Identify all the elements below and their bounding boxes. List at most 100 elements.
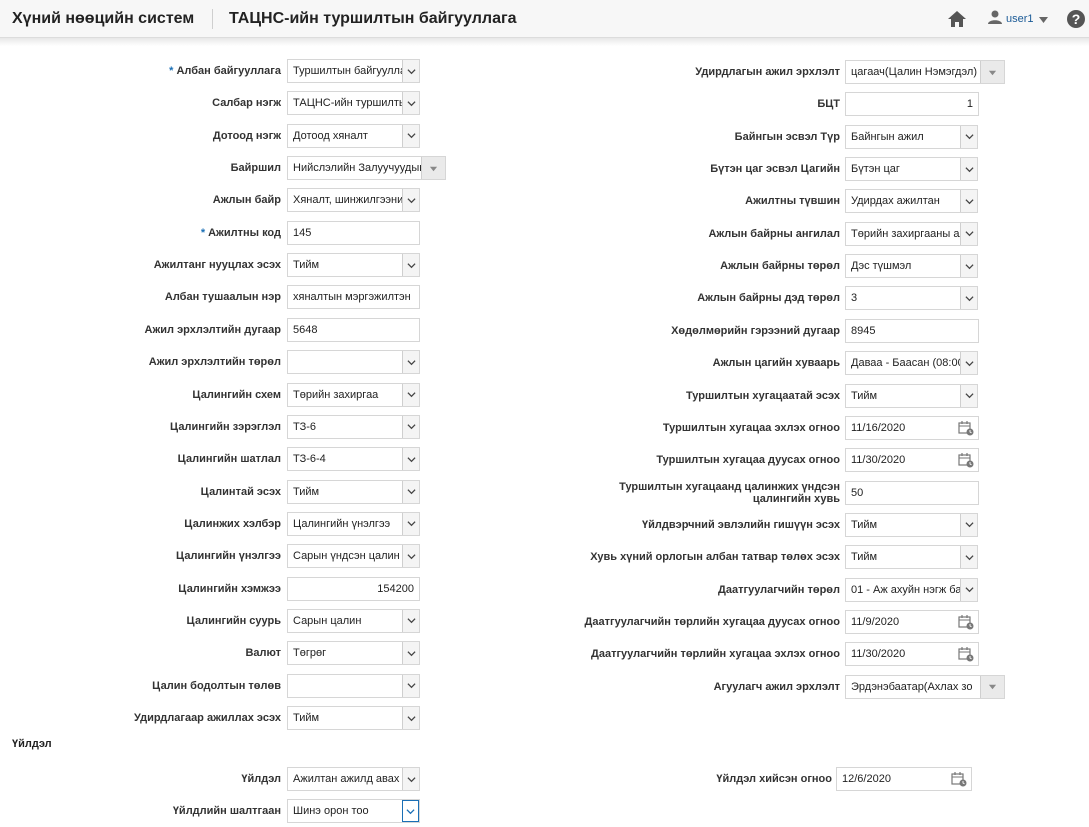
required-indicator: * xyxy=(169,65,174,77)
right-field-12-date-input[interactable]: 11/30/2020 xyxy=(845,448,979,473)
app-header: Хүний нөөцийн систем ТАЦНС-ийн туршилтын… xyxy=(0,0,1089,38)
right-field-18-date-input[interactable]: 11/30/2020 xyxy=(845,642,979,667)
right-field-12-label: Туршилтын хугацаа дуусах огноо xyxy=(656,454,840,467)
right-field-11-date-input[interactable]: 11/16/2020 xyxy=(845,415,979,440)
left-field-12-select[interactable]: ТЗ-6-4 xyxy=(287,447,420,472)
right-field-6-select[interactable]: Дэс түшмэл xyxy=(845,254,978,279)
chevron-down-icon[interactable] xyxy=(402,609,419,632)
left-field-12-label: Цалингийн шатлал xyxy=(177,453,281,466)
left-field-9-select[interactable] xyxy=(287,350,420,375)
chevron-down-icon[interactable] xyxy=(402,60,419,82)
right-field-19-lookup[interactable]: Эрдэнэбаатар(Ахлах зо xyxy=(845,674,1005,699)
chevron-down-icon[interactable] xyxy=(960,287,977,310)
chevron-down-icon[interactable] xyxy=(960,255,977,278)
left-field-11-label: Цалингийн зэрэглэл xyxy=(169,420,281,433)
right-field-9-select[interactable]: Даваа - Баасан (08:00 xyxy=(845,351,978,376)
calendar-icon[interactable] xyxy=(958,614,974,630)
chevron-down-icon[interactable] xyxy=(402,674,419,697)
left-field-5-input[interactable]: 145 xyxy=(287,220,420,245)
home-icon[interactable] xyxy=(947,9,967,29)
action-select[interactable]: Ажилтан ажилд авах xyxy=(287,767,420,791)
dropdown-arrow-icon[interactable] xyxy=(980,61,1004,83)
right-field-15-label: Хувь хүний орлогын албан татвар төлөх эс… xyxy=(590,551,840,564)
left-field-17-select[interactable]: Сарын цалин xyxy=(287,608,420,633)
chevron-down-icon[interactable] xyxy=(402,512,419,535)
chevron-down-icon[interactable] xyxy=(402,707,419,729)
chevron-down-icon[interactable] xyxy=(960,352,977,375)
chevron-down-icon[interactable] xyxy=(402,448,419,471)
chevron-down-icon[interactable] xyxy=(402,800,419,822)
left-field-16-input[interactable]: 154200 xyxy=(287,576,420,601)
right-field-8-label: Хөдөлмөрийн гэрээний дугаар xyxy=(671,324,840,337)
dropdown-arrow-icon[interactable] xyxy=(421,157,445,180)
right-field-7-select[interactable]: 3 xyxy=(845,286,978,311)
left-field-6-select[interactable]: Тийм xyxy=(287,253,420,278)
header-divider xyxy=(212,9,213,29)
left-field-3-lookup[interactable]: Нийслэлийн Залуучуудын xyxy=(287,156,446,181)
right-field-8-input[interactable]: 8945 xyxy=(845,318,979,343)
chevron-down-icon[interactable] xyxy=(402,254,419,277)
chevron-down-icon[interactable] xyxy=(960,546,977,569)
right-field-9-label: Ажлын цагийн хуваарь xyxy=(712,357,840,370)
right-field-0-label: Удирдлагын ажил эрхлэлт xyxy=(695,66,840,78)
chevron-down-icon[interactable] xyxy=(960,578,977,601)
user-icon xyxy=(987,9,1003,30)
chevron-down-icon[interactable] xyxy=(402,768,419,790)
chevron-down-icon[interactable] xyxy=(960,125,977,148)
chevron-down-icon[interactable] xyxy=(402,189,419,212)
right-field-13-input[interactable]: 50 xyxy=(845,480,979,505)
required-indicator: * xyxy=(200,226,206,239)
chevron-down-icon[interactable] xyxy=(402,480,419,503)
left-field-15-select[interactable]: Сарын үндсэн цалин ( xyxy=(287,544,420,569)
left-field-0-select[interactable]: Туршилтын байгууллага xyxy=(287,59,420,83)
right-field-0-lookup[interactable]: цагаач(Цалин Нэмэгдэл) xyxy=(845,60,1005,84)
action-reason-select[interactable]: Шинэ орон тоо xyxy=(287,799,420,823)
chevron-down-icon[interactable] xyxy=(960,190,977,213)
chevron-down-icon[interactable] xyxy=(402,124,419,147)
chevron-down-icon[interactable] xyxy=(960,384,977,407)
right-field-3-select[interactable]: Бүтэн цаг xyxy=(845,157,978,182)
chevron-down-icon[interactable] xyxy=(402,642,419,665)
chevron-down-icon[interactable] xyxy=(402,92,419,115)
help-icon[interactable]: ? xyxy=(1066,9,1086,29)
left-field-2-select[interactable]: Дотоод хяналт xyxy=(287,123,420,148)
action-date-input[interactable]: 12/6/2020 xyxy=(836,767,972,791)
right-field-17-date-input[interactable]: 11/9/2020 xyxy=(845,609,979,634)
left-field-11-select[interactable]: ТЗ-6 xyxy=(287,414,420,439)
chevron-down-icon[interactable] xyxy=(960,158,977,181)
left-field-10-select[interactable]: Төрийн захиргаа xyxy=(287,382,420,407)
left-field-4-select[interactable]: Хяналт, шинжилгээний xyxy=(287,188,420,213)
left-field-7-input[interactable]: хяналтын мэргэжилтэн xyxy=(287,285,420,310)
section-title-action: Үйлдэл xyxy=(12,738,52,750)
chevron-down-icon[interactable] xyxy=(402,351,419,374)
chevron-down-icon[interactable] xyxy=(402,545,419,568)
calendar-icon[interactable] xyxy=(958,452,974,468)
chevron-down-icon[interactable] xyxy=(960,513,977,536)
right-field-14-select[interactable]: Тийм xyxy=(845,512,978,537)
left-field-18-select[interactable]: Төгрөг xyxy=(287,641,420,666)
left-field-20-select[interactable]: Тийм xyxy=(287,706,420,730)
right-field-1-input[interactable]: 1 xyxy=(845,92,979,117)
chevron-down-icon[interactable] xyxy=(402,383,419,406)
right-field-10-select[interactable]: Тийм xyxy=(845,383,978,408)
chevron-down-icon[interactable] xyxy=(960,222,977,245)
right-field-4-select[interactable]: Удирдах ажилтан xyxy=(845,189,978,214)
calendar-icon[interactable] xyxy=(958,420,974,436)
left-field-13-select[interactable]: Тийм xyxy=(287,479,420,504)
right-field-10-label: Туршилтын хугацаатай эсэх xyxy=(685,389,840,402)
calendar-icon[interactable] xyxy=(958,646,974,662)
left-field-1-select[interactable]: ТАЦНС-ийн туршилтын xyxy=(287,91,420,116)
right-field-16-label: Даатгуулагчийн төрөл xyxy=(718,583,840,596)
dropdown-arrow-icon[interactable] xyxy=(980,675,1004,698)
right-field-2-select[interactable]: Байнгын ажил xyxy=(845,124,978,149)
right-field-5-select[interactable]: Төрийн захиргааны ал xyxy=(845,221,978,246)
left-field-14-select[interactable]: Цалингийн үнэлгээ xyxy=(287,511,420,536)
right-field-15-select[interactable]: Тийм xyxy=(845,545,978,570)
chevron-down-icon[interactable] xyxy=(402,415,419,438)
right-field-18-label: Даатгуулагчийн төрлийн хугацаа эхлэх огн… xyxy=(591,648,840,661)
left-field-19-select[interactable] xyxy=(287,673,420,698)
right-field-16-select[interactable]: 01 - Аж ахуйн нэгж ба xyxy=(845,577,978,602)
left-field-8-input[interactable]: 5648 xyxy=(287,317,420,342)
calendar-icon[interactable] xyxy=(951,771,967,787)
user-menu[interactable]: user1 xyxy=(987,9,1048,29)
